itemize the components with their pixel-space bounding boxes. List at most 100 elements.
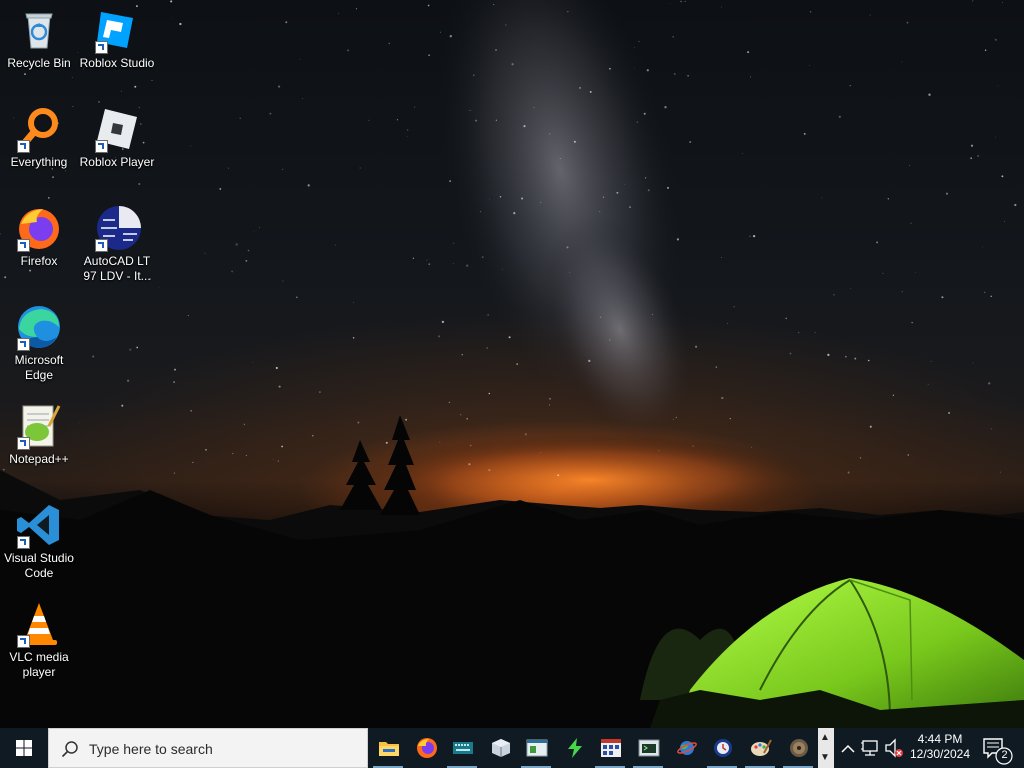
desktop-icon-everything[interactable]: Everything <box>1 105 77 170</box>
star <box>814 332 816 333</box>
star <box>449 180 451 182</box>
star <box>747 51 750 54</box>
taskbar-app-planet[interactable] <box>668 728 704 768</box>
star <box>887 198 889 200</box>
taskbar-app-keyboard[interactable] <box>444 728 480 768</box>
shortcut-arrow-icon <box>17 239 30 252</box>
star <box>664 106 667 109</box>
star <box>658 450 660 452</box>
star <box>301 478 302 480</box>
star <box>296 296 298 299</box>
star <box>466 417 469 420</box>
desktop-icon-microsoft-edge[interactable]: Microsoft Edge <box>1 303 77 383</box>
star <box>204 252 206 254</box>
desktop-icon-label: Firefox <box>20 254 58 268</box>
star <box>569 271 571 273</box>
desktop-icon-notepad-plus-plus[interactable]: Notepad++ <box>1 402 77 467</box>
taskbar-app-firefox[interactable] <box>408 728 444 768</box>
star <box>809 65 810 67</box>
desktop-icon-vlc[interactable]: VLC media player <box>1 600 77 680</box>
star <box>540 452 542 454</box>
star <box>426 259 428 261</box>
star <box>439 31 441 33</box>
chevron-down-icon[interactable]: ▼ <box>820 752 830 763</box>
star <box>488 468 491 472</box>
star <box>352 337 355 339</box>
star <box>684 0 686 2</box>
star <box>995 136 997 138</box>
taskbar-app-window[interactable] <box>518 728 554 768</box>
show-hidden-icons-chevron-icon[interactable] <box>838 728 858 768</box>
star <box>120 90 122 92</box>
star <box>219 187 222 190</box>
star <box>990 295 992 298</box>
star <box>733 306 735 308</box>
star <box>357 421 360 424</box>
star <box>245 454 247 456</box>
package-box-icon <box>492 739 510 757</box>
taskbar-app-globe[interactable] <box>704 728 740 768</box>
desktop-icon-autocad[interactable]: AutoCAD LT 97 LDV - It... <box>79 204 155 284</box>
desktop-icon-label: Roblox Studio <box>79 56 155 70</box>
star <box>557 474 560 477</box>
star <box>501 268 503 270</box>
action-center-button[interactable]: 2 <box>980 728 1024 768</box>
star <box>579 86 582 89</box>
star <box>1014 203 1017 207</box>
start-button[interactable] <box>0 728 48 768</box>
shortcut-arrow-icon <box>17 338 30 351</box>
star <box>847 471 850 474</box>
game-disc-icon <box>790 739 808 757</box>
star <box>319 391 321 393</box>
star <box>508 336 511 339</box>
star <box>869 14 871 16</box>
taskbar-app-game[interactable] <box>780 728 816 768</box>
star <box>151 79 153 81</box>
star <box>867 359 870 362</box>
taskbar-app-calendar[interactable] <box>592 728 628 768</box>
taskbar-app-package[interactable] <box>482 728 518 768</box>
star <box>495 49 497 51</box>
star <box>487 314 489 316</box>
desktop-icon-firefox[interactable]: Firefox <box>1 204 77 269</box>
desktop-icon-roblox-studio[interactable]: Roblox Studio <box>79 6 155 71</box>
star <box>669 3 671 5</box>
desktop-icon-label: Everything <box>10 155 68 169</box>
star <box>994 38 997 41</box>
star <box>179 22 182 26</box>
star <box>406 129 409 131</box>
star <box>984 49 987 52</box>
star <box>307 184 310 187</box>
desktop-icon-recycle-bin[interactable]: Recycle Bin <box>1 6 77 71</box>
star <box>481 256 484 259</box>
star <box>406 135 408 137</box>
star <box>170 0 173 3</box>
star <box>466 264 469 267</box>
taskbar-app-paint[interactable] <box>742 728 778 768</box>
taskbar-search-box[interactable]: Type here to search <box>48 728 368 768</box>
star <box>549 133 551 135</box>
star <box>235 243 238 246</box>
taskbar-app-lightning[interactable] <box>556 728 592 768</box>
desktop-icon-visual-studio-code[interactable]: Visual Studio Code <box>1 501 77 581</box>
shortcut-arrow-icon <box>17 140 30 153</box>
star <box>469 444 472 447</box>
system-clock[interactable]: 4:44 PM 12/30/2024 <box>900 728 980 768</box>
shortcut-arrow-icon <box>95 41 108 54</box>
chevron-up-icon[interactable]: ▲ <box>820 732 830 743</box>
star <box>729 417 731 420</box>
taskbar-app-terminal[interactable] <box>630 728 666 768</box>
star <box>533 106 535 108</box>
star <box>92 355 95 358</box>
taskbar-scroll-arrows[interactable]: ▲ ▼ <box>818 728 834 768</box>
search-placeholder: Type here to search <box>89 741 213 757</box>
star <box>495 119 498 121</box>
network-icon[interactable] <box>860 728 882 768</box>
star <box>355 8 358 10</box>
desktop-icon-roblox-player[interactable]: Roblox Player <box>79 105 155 170</box>
clock-time: 4:44 PM <box>917 732 963 746</box>
taskbar-app-file-explorer[interactable] <box>370 728 406 768</box>
star <box>190 410 192 412</box>
star <box>97 100 101 103</box>
star <box>901 61 903 63</box>
